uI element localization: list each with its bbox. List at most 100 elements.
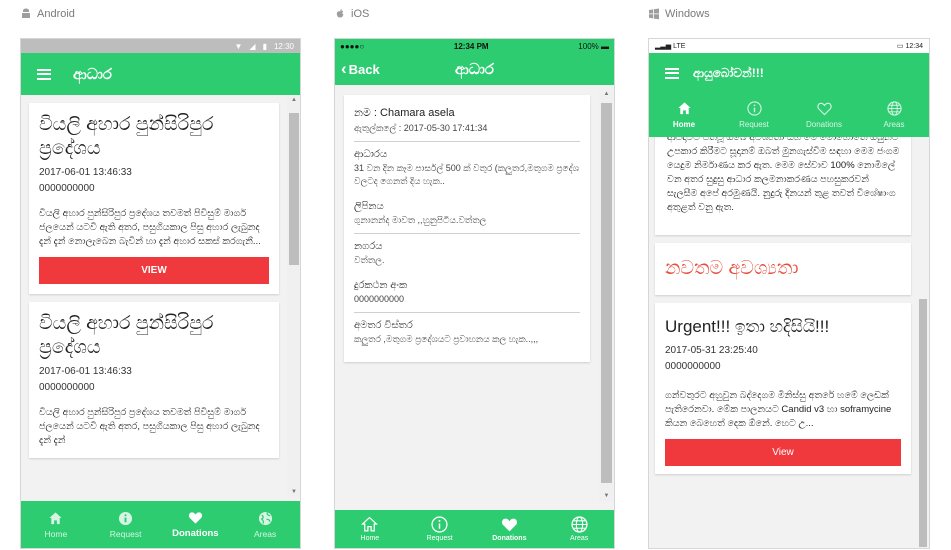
nav-request[interactable]: Request: [91, 501, 161, 548]
card-description: වියලි අහාර පුන්සිරිපුර ප්‍රදේශය තවමත් පි…: [39, 407, 260, 446]
tab-request[interactable]: Request: [405, 510, 475, 548]
page-title: ආධාර: [73, 65, 112, 83]
nav-label: Donations: [172, 528, 219, 539]
windows-label: Windows: [648, 8, 710, 20]
nav-areas[interactable]: Areas: [230, 501, 300, 548]
card-title: වියලි අහාර පුන්සිරිපුර ප්‍රදේශය: [39, 114, 214, 159]
status-time: 12:34 PM: [453, 41, 489, 51]
tab-label: Areas: [569, 535, 589, 542]
tab-areas[interactable]: Areas: [859, 93, 929, 137]
scrollbar[interactable]: [917, 137, 929, 548]
tab-donations[interactable]: Donations: [789, 93, 859, 137]
android-label: Android: [20, 8, 75, 20]
scroll-up-icon[interactable]: ▲: [287, 97, 300, 103]
tab-home[interactable]: Home: [649, 93, 719, 137]
tab-label: Areas: [883, 120, 905, 129]
scrollbar-thumb[interactable]: [289, 113, 299, 265]
android-icon: [22, 8, 30, 18]
back-button[interactable]: ‹ Back: [341, 59, 380, 79]
detail-donation: ආධාරය 31 වන දින කෑම පාර්සල් 500 ක් වතුර …: [354, 142, 580, 194]
donations-list[interactable]: වියලි අහාර පුන්සිරිපුර ප්‍රදේශය 2017-06-…: [21, 95, 287, 497]
heart-icon: [816, 102, 832, 116]
status-time: 12:34: [905, 43, 923, 50]
tab-label: Home: [672, 120, 696, 129]
need-card: Urgent!!! ඉතා හදිසියි!!! 2017-05-31 23:2…: [655, 303, 911, 474]
ios-phone: ●●●●○ 12:34 PM 100% ▬ ‹ Back ආධාර නම : C…: [334, 38, 615, 549]
detail-label: ආධාරය: [354, 149, 388, 160]
nav-label: Areas: [254, 528, 277, 539]
tab-bar: Home Request Donations Areas: [335, 510, 614, 548]
tab-label: Home: [360, 535, 380, 542]
battery-text: 100%: [578, 41, 599, 51]
menu-icon[interactable]: [665, 67, 679, 79]
card-description: වියලි අහාර පුන්සිරිපුර ප්‍රදේශය තවමත් පි…: [39, 208, 261, 247]
windows-status-bar: ▂▃▅ LTE ▭ 12:34: [649, 39, 929, 53]
section-title: නවතම අවශ්‍යතා: [655, 243, 911, 295]
view-button[interactable]: View: [665, 439, 901, 466]
scroll-down-icon[interactable]: ▼: [287, 489, 300, 495]
info-icon: [119, 511, 133, 525]
detail-phone: දුරකථන අංක 0000000000: [354, 273, 580, 313]
scrollbar[interactable]: ▲ ▼: [599, 89, 614, 501]
donor-name: නම : Chamara asela: [354, 107, 455, 119]
network-text: LTE: [673, 43, 686, 50]
info-icon: [746, 101, 762, 116]
tab-home[interactable]: Home: [335, 510, 405, 548]
chevron-left-icon: ‹: [341, 59, 347, 78]
detail-label: ලිපිනය: [354, 201, 384, 212]
android-label-text: Android: [37, 8, 75, 20]
nav-home[interactable]: Home: [21, 501, 91, 548]
home-icon: [677, 102, 691, 115]
bottom-nav: Home Request Donations Areas: [21, 501, 300, 548]
windows-logo-icon: [649, 8, 659, 20]
scrollbar-thumb[interactable]: [919, 299, 927, 547]
view-button[interactable]: VIEW: [39, 257, 269, 284]
ios-label: iOS: [334, 8, 369, 20]
battery-icon: ▭: [896, 43, 904, 50]
tab-areas[interactable]: Areas: [544, 510, 614, 548]
card-phone: 0000000000: [39, 382, 95, 393]
detail-city: නගරය වත්තල.: [354, 234, 580, 273]
android-status-bar: ▼ ◢ ▮ 12:30: [21, 39, 300, 53]
page-title: ආයුබෝවන්!!!: [693, 65, 764, 80]
detail-value: 0000000000: [354, 294, 405, 304]
scroll-up-icon[interactable]: ▲: [599, 91, 614, 97]
home-feed[interactable]: ආපදාවට පත්වූ ඔබේ අවශ්‍යතා සහ මේ මොහොතේ ඔ…: [649, 137, 917, 548]
detail-value: කලුතර ,මතුගම ප්‍රදේශයට ප්‍රවාහනය කල හැක.…: [354, 334, 539, 344]
network-status: ▂▃▅ LTE: [655, 42, 685, 50]
top-tabs: Home Request Donations Areas: [649, 93, 929, 137]
info-icon: [431, 516, 448, 533]
home-icon: [361, 516, 379, 532]
detail-label: දුරකථන අංක: [354, 280, 408, 291]
detail-label: අමතර විස්තර: [354, 320, 413, 331]
battery-icon: ▮: [262, 41, 267, 51]
tab-label: Donations: [492, 535, 527, 542]
nav-donations[interactable]: Donations: [161, 501, 231, 548]
card-title: Urgent!!! ඉතා හදිසියි!!!: [665, 317, 830, 336]
card-description: ගන්වතුරට අහුවුන බද්දෙගම මිනිස්සු අතරේ හම…: [665, 390, 892, 429]
card-title: වියලි අහාර පුන්සිරිපුර ප්‍රදේශය: [39, 313, 214, 358]
detail-label: නගරය: [354, 241, 383, 252]
scroll-down-icon[interactable]: ▼: [599, 493, 614, 499]
nav-label: Home: [44, 528, 68, 539]
card-phone: 0000000000: [39, 183, 95, 194]
detail-header: නම : Chamara asela ඇතුල්කලේ : 2017-05-30…: [354, 103, 580, 142]
detail-address: ලිපිනය ගුනානන්ද මාවත ,,හුනුපිටිය.වත්තල: [354, 194, 580, 234]
donation-card: වියලි අහාර පුන්සිරිපුර ප්‍රදේශය 2017-06-…: [29, 302, 279, 458]
windows-app-bar: ආයුබෝවන්!!!: [649, 53, 929, 93]
tab-request[interactable]: Request: [719, 93, 789, 137]
detail-value: වත්තල.: [354, 255, 385, 265]
scrollbar[interactable]: ▲ ▼: [287, 95, 300, 497]
scrollbar-thumb[interactable]: [601, 103, 612, 483]
carrier-signal: ●●●●○: [340, 41, 365, 51]
ios-nav-bar: ‹ Back ආධාර: [335, 53, 614, 85]
back-label: Back: [348, 61, 380, 77]
nav-label: Request: [109, 528, 142, 539]
globe-icon: [571, 516, 588, 533]
ios-label-text: iOS: [351, 8, 370, 20]
tab-donations[interactable]: Donations: [475, 510, 545, 548]
signal-icon: ▂▃▅: [655, 43, 672, 50]
card-date: 2017-06-01 13:46:33: [39, 167, 132, 178]
menu-icon[interactable]: [37, 68, 51, 80]
card-phone: 0000000000: [665, 361, 721, 372]
